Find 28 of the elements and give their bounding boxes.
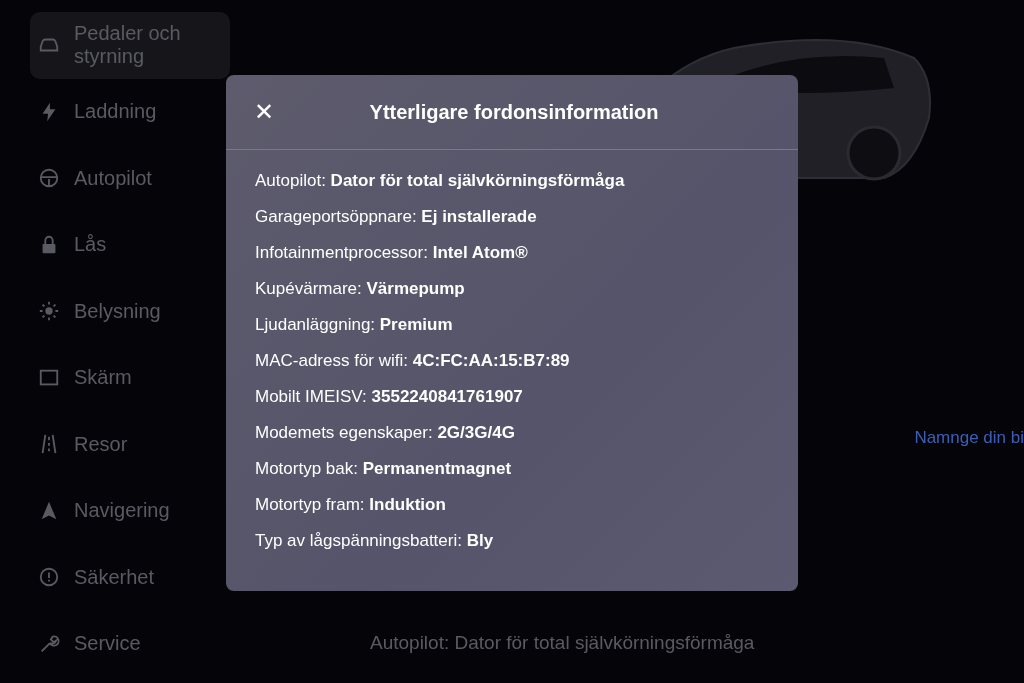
sidebar-item[interactable]: Lås	[30, 211, 230, 278]
alert-circle-icon	[38, 566, 60, 589]
info-row-text: Typ av lågspänningsbatteri: Bly	[255, 531, 495, 552]
close-button[interactable]: ✕	[252, 98, 276, 126]
sidebar-item[interactable]: Autopilot	[30, 145, 230, 212]
info-row-text: Ljudanläggning: Premium	[255, 315, 454, 336]
sidebar-item[interactable]: Belysning	[30, 278, 230, 345]
info-row-text: Infotainmentprocessor: Intel Atom®	[255, 243, 529, 264]
sidebar-item[interactable]: Resor	[30, 411, 230, 478]
sidebar-item[interactable]: Service	[30, 610, 230, 677]
info-row-text: Modemets egenskaper: 2G/3G/4G	[255, 423, 516, 444]
info-row-text: Garageportsöppnare: Ej installerade	[255, 207, 538, 228]
sidebar-item[interactable]: Säkerhet	[30, 544, 230, 611]
sidebar-item[interactable]: Pedaler och styrning	[30, 12, 230, 79]
info-row-text: Motortyp bak: Permanentmagnet	[255, 459, 513, 480]
sidebar-item[interactable]: Navigering	[30, 477, 230, 544]
sidebar-item[interactable]: Skärm	[30, 344, 230, 411]
sidebar-item[interactable]: Laddning	[30, 78, 230, 145]
info-row-text: MAC-adress för wifi: 4C:FC:AA:15:B7:89	[255, 351, 571, 372]
info-row-text: Kupévärmare: Värmepump	[255, 279, 466, 300]
info-row-text: Mobilt IMEISV: 3552240841761907	[255, 387, 524, 408]
autopilot-info: Autopilot: Dator för total självkörningsförmåga	[370, 632, 756, 654]
steering-wheel-icon	[38, 167, 60, 190]
sun-icon	[38, 300, 60, 323]
info-row-text: Autopilot: Dator för total självkörningsförmåga	[255, 171, 626, 192]
dialog-title: Ytterligare fordonsinformation	[368, 100, 660, 124]
info-row-text: Motortyp fram: Induktion	[255, 495, 447, 516]
rename-link[interactable]: Namnge din bi	[914, 428, 1024, 448]
